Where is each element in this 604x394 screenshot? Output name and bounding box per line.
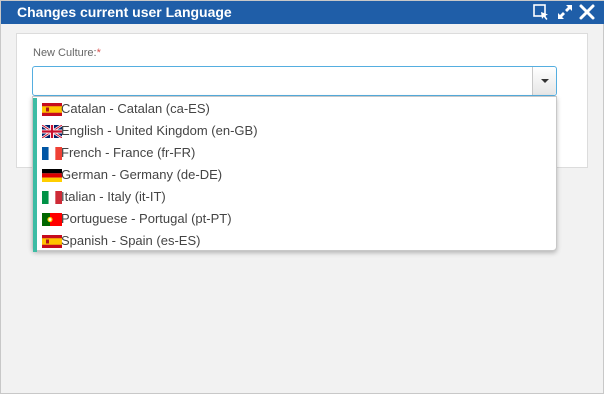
option-label: English - United Kingdom (en-GB) xyxy=(61,123,258,138)
new-culture-label-text: New Culture: xyxy=(33,47,97,59)
option-portuguese[interactable]: Portuguese - Portugal (pt-PT) xyxy=(33,208,556,230)
required-marker: * xyxy=(96,47,101,59)
option-label: Spanish - Spain (es-ES) xyxy=(61,233,201,248)
option-label: Catalan - Catalan (ca-ES) xyxy=(61,101,210,116)
option-italian[interactable]: Italian - Italy (it-IT) xyxy=(33,186,556,208)
spain-flag-icon xyxy=(42,235,62,248)
option-label: Portuguese - Portugal (pt-PT) xyxy=(61,211,232,226)
dialog-window: Changes current user Language New Cultur… xyxy=(0,0,604,394)
germany-flag-icon xyxy=(42,169,62,182)
option-label: German - Germany (de-DE) xyxy=(61,167,223,182)
window-title: Changes current user Language xyxy=(17,4,232,20)
new-culture-label: New Culture:* xyxy=(33,47,101,59)
close-icon[interactable] xyxy=(578,3,596,21)
portugal-flag-icon xyxy=(42,213,62,226)
culture-select[interactable] xyxy=(32,66,557,96)
option-spanish[interactable]: Spanish - Spain (es-ES) xyxy=(33,230,556,252)
option-french[interactable]: French - France (fr-FR) xyxy=(33,142,556,164)
uk-flag-icon xyxy=(42,125,62,138)
option-english[interactable]: English - United Kingdom (en-GB) xyxy=(33,120,556,142)
spain-flag-icon xyxy=(42,103,62,116)
chevron-down-icon xyxy=(541,79,549,83)
dropdown-toggle-button[interactable] xyxy=(532,67,556,95)
title-bar[interactable]: Changes current user Language xyxy=(1,1,604,24)
option-label: Italian - Italy (it-IT) xyxy=(61,189,166,204)
select-window-icon[interactable] xyxy=(532,3,550,21)
option-catalan[interactable]: Catalan - Catalan (ca-ES) xyxy=(33,98,556,120)
france-flag-icon xyxy=(42,147,62,160)
italy-flag-icon xyxy=(42,191,62,204)
culture-dropdown-list: Catalan - Catalan (ca-ES) English - Unit… xyxy=(32,96,557,252)
option-label: French - France (fr-FR) xyxy=(61,145,196,160)
maximize-icon[interactable] xyxy=(556,3,574,21)
option-german[interactable]: German - Germany (de-DE) xyxy=(33,164,556,186)
